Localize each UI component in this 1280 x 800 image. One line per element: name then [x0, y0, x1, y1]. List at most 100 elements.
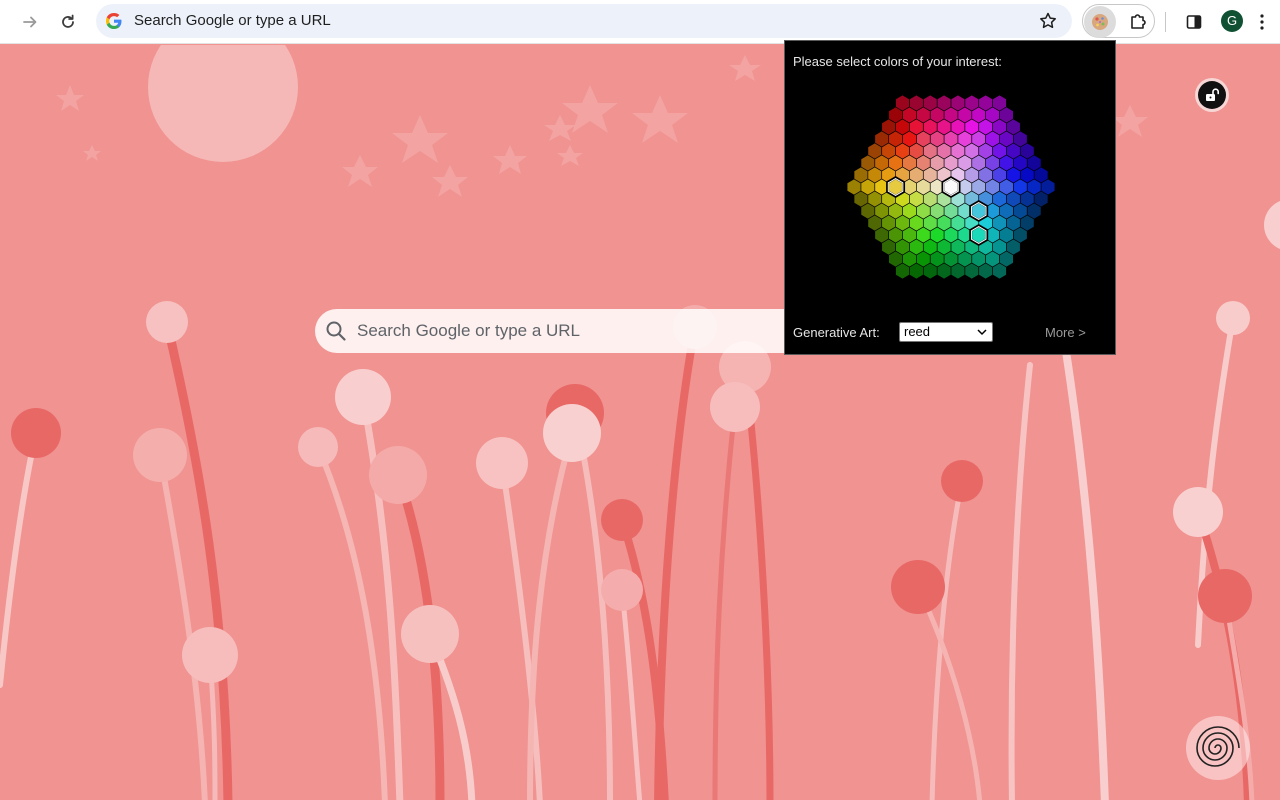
- color-hex[interactable]: [916, 131, 930, 147]
- color-hex[interactable]: [875, 203, 889, 219]
- color-hex[interactable]: [895, 95, 910, 111]
- color-hex[interactable]: [951, 239, 965, 255]
- forward-button[interactable]: [14, 6, 46, 38]
- extensions-button[interactable]: [1124, 6, 1152, 36]
- color-hex[interactable]: [944, 251, 958, 267]
- color-hex[interactable]: [958, 251, 972, 267]
- color-hex[interactable]: [916, 107, 930, 123]
- color-hex[interactable]: [937, 119, 951, 135]
- color-hex[interactable]: [930, 131, 944, 147]
- color-hex[interactable]: [951, 263, 965, 279]
- color-hex[interactable]: [951, 95, 965, 111]
- color-hex[interactable]: [875, 155, 889, 171]
- color-hex[interactable]: [944, 131, 958, 147]
- color-hex[interactable]: [985, 251, 1000, 267]
- color-hex[interactable]: [937, 215, 951, 231]
- lock-button[interactable]: [1195, 78, 1229, 112]
- color-hex[interactable]: [999, 131, 1014, 147]
- profile-avatar[interactable]: G: [1221, 10, 1243, 32]
- color-hex[interactable]: [895, 143, 910, 159]
- color-hex[interactable]: [868, 167, 882, 183]
- color-hex[interactable]: [992, 143, 1007, 159]
- color-hex[interactable]: [985, 179, 1000, 195]
- star-icon[interactable]: [1038, 11, 1058, 31]
- color-hex[interactable]: [916, 155, 930, 171]
- color-hex[interactable]: [923, 95, 937, 111]
- color-hex[interactable]: [951, 215, 965, 231]
- color-hex[interactable]: [868, 143, 882, 159]
- color-hex[interactable]: [854, 167, 868, 183]
- color-hex[interactable]: [916, 251, 930, 267]
- color-hex[interactable]: [992, 119, 1007, 135]
- color-hex[interactable]: [882, 239, 896, 255]
- color-hex[interactable]: [902, 131, 917, 147]
- color-hex[interactable]: [958, 131, 972, 147]
- color-hex[interactable]: [875, 131, 889, 147]
- newtab-search-box[interactable]: Search Google or type a URL: [315, 309, 795, 353]
- color-hex[interactable]: [909, 167, 923, 183]
- color-hex[interactable]: [951, 143, 965, 159]
- color-hex[interactable]: [965, 143, 979, 159]
- color-hex[interactable]: [958, 155, 972, 171]
- color-hex[interactable]: [999, 227, 1014, 243]
- color-hex[interactable]: [1013, 131, 1027, 147]
- color-hex[interactable]: [861, 179, 875, 195]
- color-hex[interactable]: [888, 107, 903, 123]
- color-hex[interactable]: [937, 143, 951, 159]
- color-hex[interactable]: [895, 215, 910, 231]
- color-hex[interactable]: [888, 155, 903, 171]
- color-hex[interactable]: [930, 251, 944, 267]
- color-hex[interactable]: [992, 215, 1007, 231]
- active-extension-button[interactable]: [1084, 6, 1116, 38]
- color-hex[interactable]: [875, 227, 889, 243]
- color-hex[interactable]: [999, 203, 1014, 219]
- color-hex[interactable]: [923, 215, 937, 231]
- color-hex[interactable]: [1013, 227, 1027, 243]
- color-hex[interactable]: [1013, 155, 1027, 171]
- color-hex[interactable]: [992, 167, 1007, 183]
- color-hex[interactable]: [992, 263, 1007, 279]
- color-hex[interactable]: [944, 203, 958, 219]
- color-hex[interactable]: [979, 95, 993, 111]
- color-hex[interactable]: [1034, 167, 1048, 183]
- color-hex[interactable]: [1006, 191, 1020, 207]
- menu-button[interactable]: [1250, 6, 1274, 38]
- color-hex[interactable]: [979, 119, 993, 135]
- color-hex[interactable]: [999, 251, 1014, 267]
- color-hex[interactable]: [909, 95, 923, 111]
- color-hex[interactable]: [930, 203, 944, 219]
- color-hex[interactable]: [972, 251, 986, 267]
- color-hex[interactable]: [937, 263, 951, 279]
- color-hex[interactable]: [923, 143, 937, 159]
- more-link[interactable]: More >: [1045, 325, 1086, 340]
- color-hex[interactable]: [965, 167, 979, 183]
- color-hex[interactable]: [1013, 203, 1027, 219]
- color-hex[interactable]: [854, 191, 868, 207]
- color-hex[interactable]: [909, 239, 923, 255]
- color-hex[interactable]: [895, 119, 910, 135]
- color-hex[interactable]: [985, 131, 1000, 147]
- color-hex[interactable]: [972, 131, 986, 147]
- color-hex[interactable]: [902, 203, 917, 219]
- color-hex[interactable]: [909, 119, 923, 135]
- color-hex[interactable]: [979, 143, 993, 159]
- color-hex[interactable]: [965, 263, 979, 279]
- color-hex[interactable]: [861, 203, 875, 219]
- color-hex[interactable]: [902, 107, 917, 123]
- color-hex[interactable]: [902, 227, 917, 243]
- color-hex[interactable]: [1020, 143, 1034, 159]
- color-hex[interactable]: [882, 119, 896, 135]
- color-hex[interactable]: [1041, 179, 1055, 195]
- color-hex[interactable]: [944, 155, 958, 171]
- color-hex[interactable]: [972, 179, 986, 195]
- color-hex[interactable]: [882, 215, 896, 231]
- color-hex[interactable]: [999, 155, 1014, 171]
- color-hex[interactable]: [1027, 155, 1041, 171]
- color-hex[interactable]: [882, 143, 896, 159]
- color-hex[interactable]: [1027, 203, 1041, 219]
- color-hex[interactable]: [930, 227, 944, 243]
- color-hex[interactable]: [972, 107, 986, 123]
- color-hex[interactable]: [965, 119, 979, 135]
- color-hex[interactable]: [1006, 119, 1020, 135]
- search-placeholder[interactable]: Search Google or type a URL: [357, 321, 580, 341]
